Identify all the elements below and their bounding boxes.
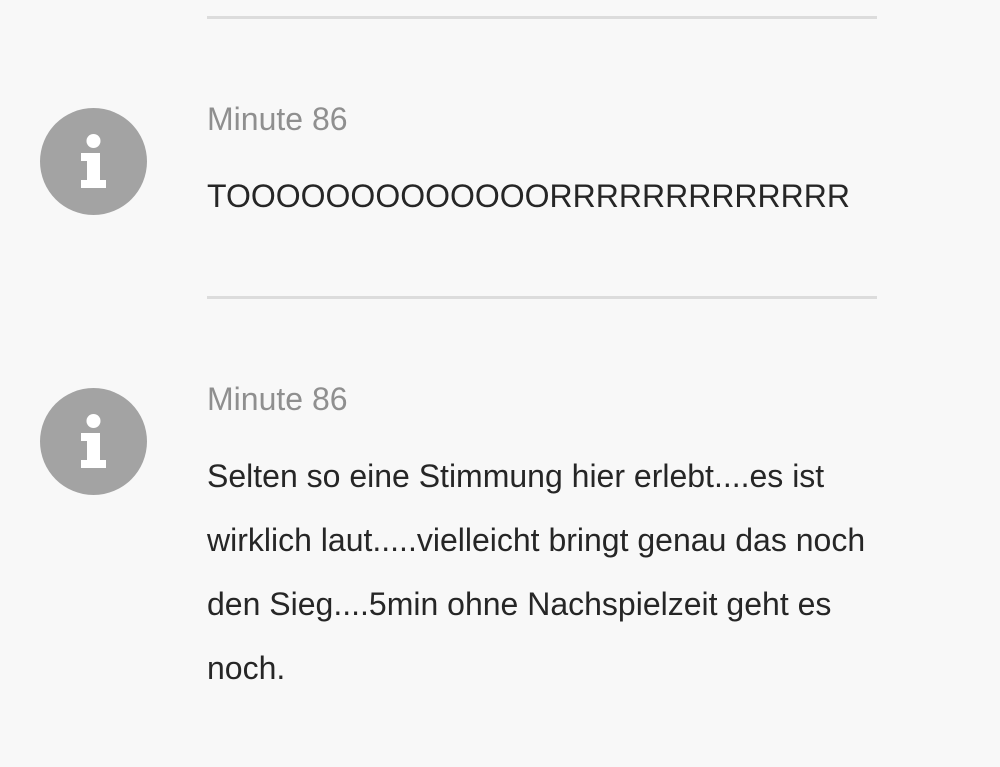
info-icon-glyph [81, 414, 106, 468]
info-icon [40, 388, 147, 495]
entry-minute: Minute 86 [207, 381, 348, 417]
divider [207, 296, 877, 299]
entry-minute: Minute 86 [207, 101, 348, 137]
divider [207, 16, 877, 19]
entry-text: TOOOOOOOOOOOOORRRRRRRRRRRRR [207, 178, 850, 214]
entry-text: Selten so eine Stimmung hier erlebt....e… [207, 458, 866, 686]
live-ticker-feed: Minute 86 TOOOOOOOOOOOOORRRRRRRRRRRRR Mi… [0, 0, 1000, 767]
info-icon-glyph [81, 134, 106, 188]
info-icon [40, 108, 147, 215]
